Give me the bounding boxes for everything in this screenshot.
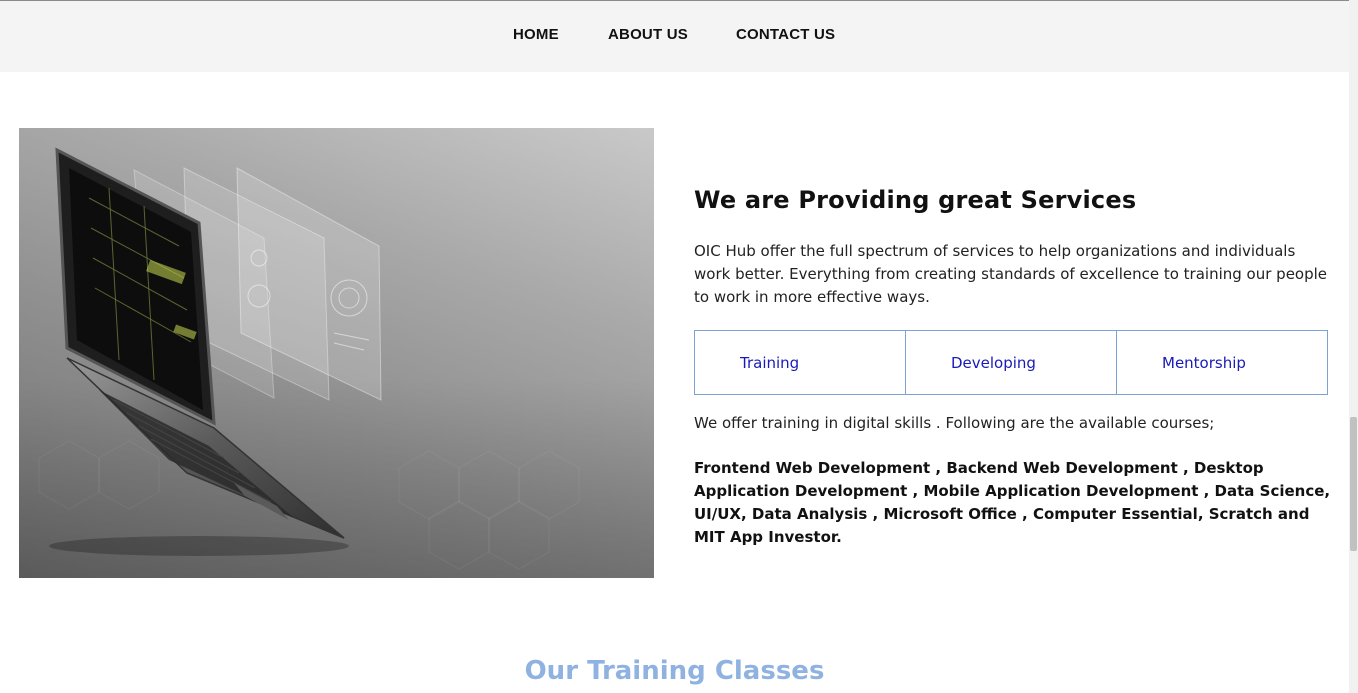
laptop-illustration xyxy=(19,147,654,578)
nav-link-home[interactable]: HOME xyxy=(513,26,559,43)
top-navbar: HOME ABOUT US CONTACT US xyxy=(0,1,1349,72)
service-tabs: Training Developing Mentorship xyxy=(694,330,1328,395)
training-classes-heading: Our Training Classes xyxy=(524,656,825,686)
tab-developing[interactable]: Developing xyxy=(905,331,1116,394)
nav-link-about-us[interactable]: ABOUT US xyxy=(608,26,688,43)
training-offer-text: We offer training in digital skills . Fo… xyxy=(694,414,1215,432)
services-title: We are Providing great Services xyxy=(694,186,1137,214)
scrollbar-thumb[interactable] xyxy=(1350,417,1357,551)
tab-training[interactable]: Training xyxy=(695,331,905,394)
laptop-hero-image xyxy=(19,128,654,578)
nav-link-contact-us[interactable]: CONTACT US xyxy=(736,26,835,43)
page-scrollbar[interactable] xyxy=(1349,0,1358,693)
courses-list-text: Frontend Web Development , Backend Web D… xyxy=(694,459,1331,546)
services-intro-text: OIC Hub offer the full spectrum of servi… xyxy=(694,242,1328,306)
tab-mentorship[interactable]: Mentorship xyxy=(1116,331,1327,394)
